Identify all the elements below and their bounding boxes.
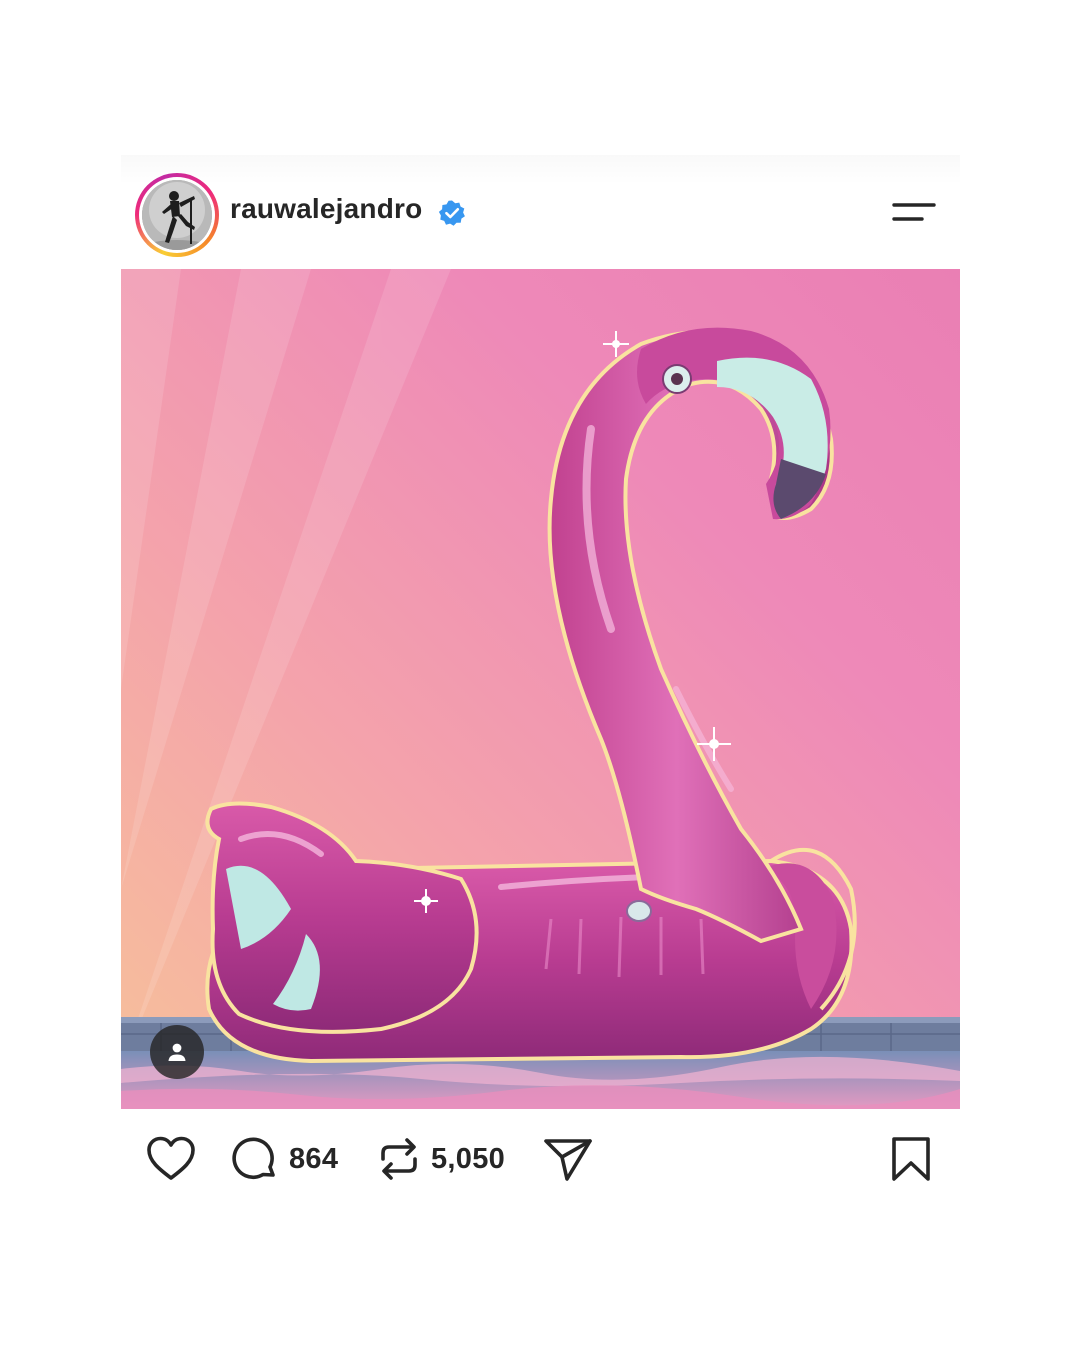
- comment-count: 864: [289, 1142, 339, 1175]
- comment-button[interactable]: 864: [231, 1109, 338, 1209]
- user-tag-icon: [168, 1043, 186, 1061]
- post-card: rauwalejandro 864 5,050: [121, 155, 960, 1209]
- save-button[interactable]: [889, 1109, 933, 1209]
- tagged-users-button[interactable]: [150, 1025, 204, 1079]
- avatar-photo: [142, 180, 212, 250]
- share-button[interactable]: [543, 1109, 593, 1209]
- username-link[interactable]: rauwalejandro: [230, 193, 422, 225]
- repost-button[interactable]: 5,050: [377, 1109, 505, 1209]
- story-ring[interactable]: [135, 173, 219, 257]
- avatar: [142, 180, 212, 250]
- inflatable-flamingo-artwork: [121, 269, 960, 1109]
- comment-bubble-icon: [232, 1137, 275, 1180]
- menu-icon: [892, 203, 936, 221]
- repost-icon: [381, 1138, 417, 1180]
- verified-badge-icon: [438, 200, 465, 226]
- send-icon: [544, 1139, 592, 1181]
- menu-button[interactable]: [892, 197, 938, 227]
- bookmark-icon: [892, 1137, 930, 1181]
- like-button[interactable]: [145, 1109, 197, 1209]
- repost-count: 5,050: [431, 1142, 506, 1175]
- heart-icon: [147, 1136, 195, 1180]
- post-actions: 864 5,050: [121, 1109, 960, 1209]
- post-image[interactable]: [121, 269, 960, 1109]
- page: rauwalejandro 864 5,050: [0, 0, 1080, 1350]
- post-header: rauwalejandro: [121, 155, 960, 269]
